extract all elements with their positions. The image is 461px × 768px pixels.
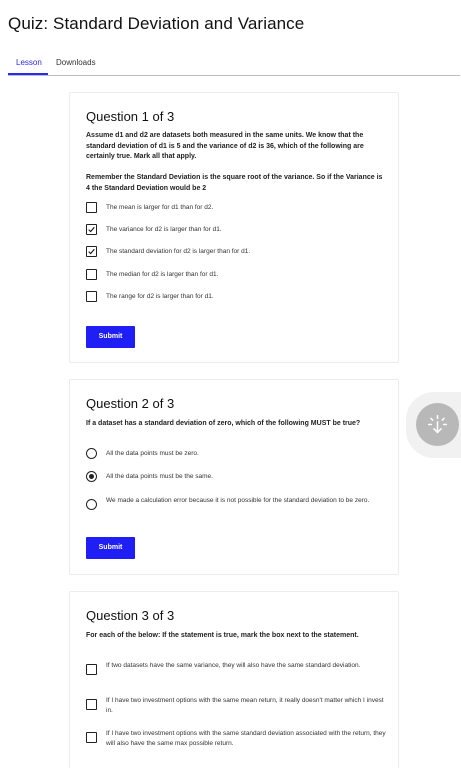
radio-button[interactable]: [86, 499, 97, 510]
option-label: The range for d2 is larger than for d1.: [106, 293, 214, 300]
question-card-3: Question 3 of 3 For each of the below: I…: [69, 591, 399, 768]
option-checkbox[interactable]: If I have two investment options with th…: [86, 728, 386, 750]
question-prompt: Assume d1 and d2 are datasets both measu…: [86, 132, 364, 160]
radio-button-selected[interactable]: [86, 471, 97, 482]
checkmark-icon: [88, 248, 95, 255]
question-title: Question 3 of 3: [86, 608, 175, 623]
option-checkbox[interactable]: The range for d2 is larger than for d1.: [86, 291, 386, 305]
option-label: The median for d2 is larger than for d1.: [106, 271, 219, 278]
option-label: If two datasets have the same variance, …: [106, 662, 361, 669]
assistant-fab-button[interactable]: [416, 403, 459, 446]
option-label: All the data points must be zero.: [106, 450, 199, 457]
option-label: The variance for d2 is larger than for d…: [106, 226, 222, 233]
option-checkbox[interactable]: If I have two investment options with th…: [86, 695, 386, 717]
question-card-1: Question 1 of 3 Assume d1 and d2 are dat…: [69, 92, 399, 363]
option-checkbox[interactable]: The standard deviation for d2 is larger …: [86, 246, 386, 260]
question-card-2: Question 2 of 3 If a dataset has a stand…: [69, 379, 399, 575]
tab-downloads[interactable]: Downloads: [56, 58, 96, 67]
checkbox-checked[interactable]: [86, 246, 97, 257]
radio-dot-icon: [89, 474, 94, 479]
option-label: The standard deviation for d2 is larger …: [106, 248, 251, 255]
question-prompt: For each of the below: If the statement …: [86, 632, 359, 639]
checkbox[interactable]: [86, 202, 97, 213]
option-checkbox[interactable]: The mean is larger for d1 than for d2.: [86, 202, 386, 216]
option-checkbox[interactable]: The variance for d2 is larger than for d…: [86, 224, 386, 238]
option-radio[interactable]: We made a calculation error because it i…: [86, 495, 386, 519]
option-label: We made a calculation error because it i…: [106, 497, 370, 504]
submit-button[interactable]: Submit: [86, 326, 135, 348]
question-title: Question 1 of 3: [86, 109, 175, 124]
checkbox-checked[interactable]: [86, 224, 97, 235]
checkbox[interactable]: [86, 269, 97, 280]
checkmark-icon: [88, 226, 95, 233]
checkbox[interactable]: [86, 699, 97, 710]
option-radio[interactable]: All the data points must be the same.: [86, 471, 386, 485]
checkbox[interactable]: [86, 732, 97, 743]
sparkle-arrow-icon: [427, 414, 448, 434]
radio-button[interactable]: [86, 448, 97, 459]
option-checkbox[interactable]: If two datasets have the same variance, …: [86, 660, 386, 682]
active-tab-indicator: [8, 73, 48, 75]
option-label: The mean is larger for d1 than for d2.: [106, 204, 214, 211]
tab-lesson[interactable]: Lesson: [16, 58, 42, 67]
question-hint: Remember the Standard Deviation is the s…: [86, 174, 383, 192]
option-checkbox[interactable]: The median for d2 is larger than for d1.: [86, 269, 386, 283]
checkbox[interactable]: [86, 291, 97, 302]
option-label: All the data points must be the same.: [106, 473, 213, 480]
page-title: Quiz: Standard Deviation and Variance: [8, 14, 305, 33]
tab-bar: Lesson Downloads: [8, 55, 460, 76]
option-radio[interactable]: All the data points must be zero.: [86, 448, 386, 462]
option-label: If I have two investment options with th…: [106, 730, 386, 747]
submit-button[interactable]: Submit: [86, 537, 135, 559]
question-prompt: If a dataset has a standard deviation of…: [86, 420, 361, 427]
option-label: If I have two investment options with th…: [106, 697, 384, 714]
checkbox[interactable]: [86, 664, 97, 675]
question-title: Question 2 of 3: [86, 396, 175, 411]
